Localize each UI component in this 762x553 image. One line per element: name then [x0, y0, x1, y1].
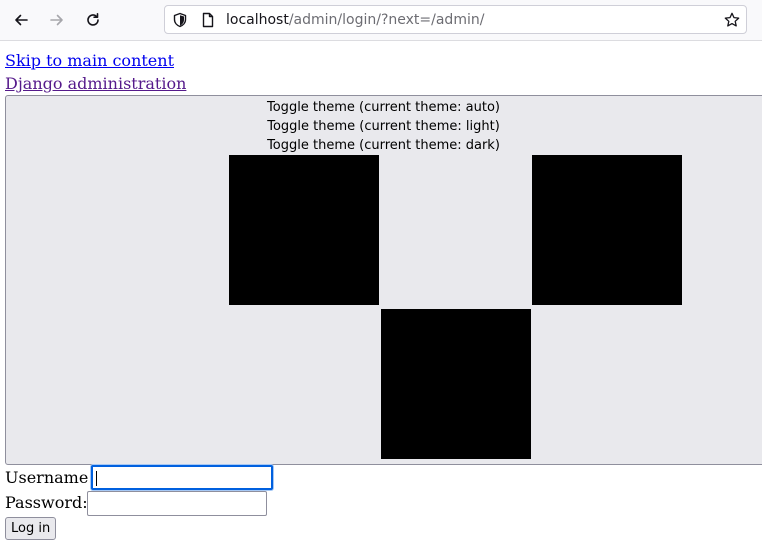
theme-toggle-auto-label: Toggle theme (current theme: auto) [267, 100, 500, 115]
browser-toolbar: localhost/admin/login/?next=/admin/ [0, 0, 762, 41]
page-content: Skip to main content Django administrati… [0, 41, 762, 553]
shield-icon[interactable] [172, 12, 188, 28]
theme-toggle-light-label: Toggle theme (current theme: light) [267, 119, 500, 134]
url-host: localhost [226, 12, 289, 28]
site-name-link[interactable]: Django administration [5, 74, 186, 94]
reload-icon [87, 13, 99, 26]
theme-light-icon [532, 155, 682, 305]
back-arrow-icon [15, 14, 28, 26]
theme-toggle-button[interactable]: Toggle theme (current theme: auto) Toggl… [5, 95, 762, 465]
star-icon[interactable] [724, 12, 740, 28]
forward-button[interactable] [45, 8, 69, 32]
url-text[interactable]: localhost/admin/login/?next=/admin/ [226, 11, 484, 29]
skip-to-content-link[interactable]: Skip to main content [5, 51, 174, 71]
password-label: Password: [5, 493, 88, 512]
page-icon[interactable] [200, 12, 216, 28]
theme-dark-icon [381, 309, 531, 459]
theme-auto-icon [229, 155, 379, 305]
url-path: /admin/login/?next=/admin/ [288, 12, 485, 28]
username-input[interactable] [91, 465, 273, 490]
log-in-button[interactable]: Log in [5, 517, 57, 540]
text-caret [96, 471, 97, 486]
url-bar[interactable]: localhost/admin/login/?next=/admin/ [164, 5, 747, 34]
back-button[interactable] [9, 8, 33, 32]
theme-toggle-dark-label: Toggle theme (current theme: dark) [267, 138, 500, 153]
reload-button[interactable] [81, 8, 105, 32]
username-label: Username: [5, 468, 94, 487]
forward-arrow-icon [50, 14, 63, 26]
password-input[interactable] [87, 491, 267, 516]
